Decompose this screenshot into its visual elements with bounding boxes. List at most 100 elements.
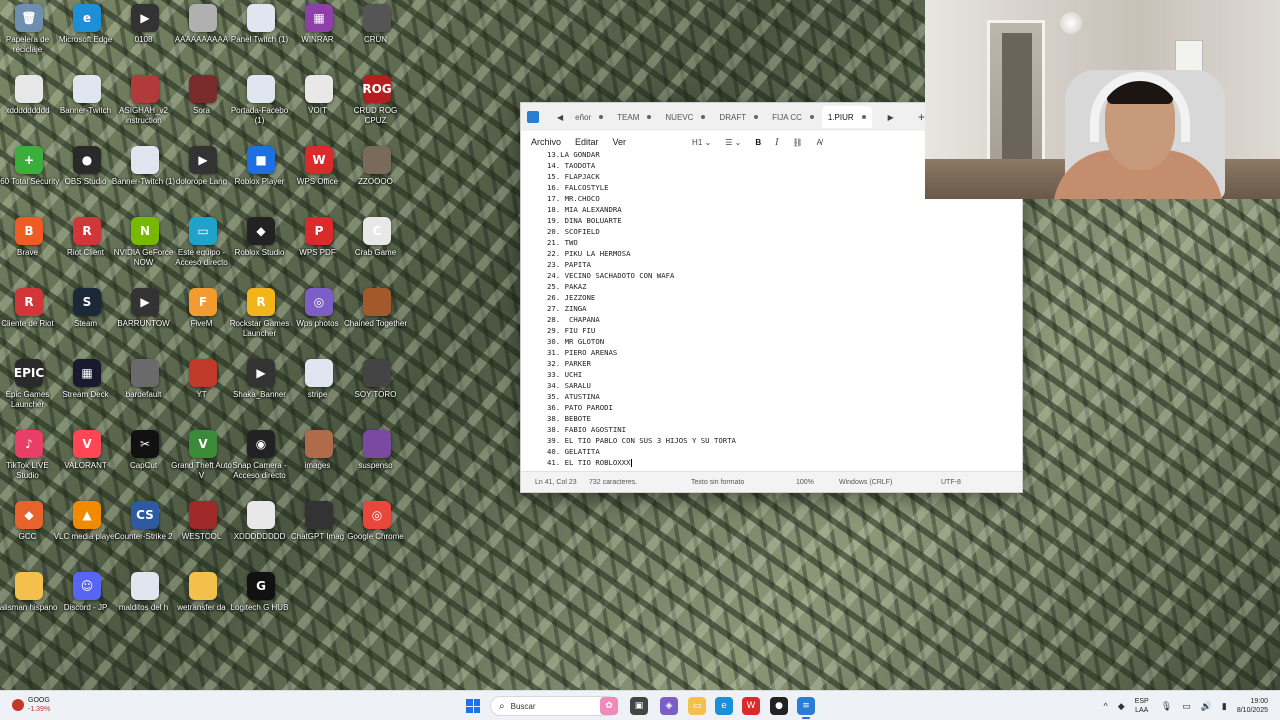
desktop-icon[interactable]: ● OBS Studio xyxy=(58,146,116,212)
stock-widget[interactable]: GOOG -1.39% xyxy=(12,696,50,714)
desktop-icon[interactable]: xddddddddd xyxy=(0,75,58,141)
heading-dropdown[interactable]: H1 ⌄ xyxy=(692,138,711,147)
desktop-icon[interactable]: ZZOOOO xyxy=(348,146,406,212)
desktop-icon[interactable]: talisman hispano xyxy=(0,572,58,638)
desktop-icon[interactable]: CS Counter-Strike 2 xyxy=(114,501,174,567)
file-explorer-icon[interactable]: ▭ xyxy=(688,697,706,715)
desktop-icon[interactable]: VOIT xyxy=(290,75,348,141)
desktop-icon[interactable]: ■ Roblox Player xyxy=(232,146,290,212)
tab-1[interactable]: eñor xyxy=(569,106,609,128)
link-icon[interactable]: ⛓ xyxy=(792,138,802,147)
clock[interactable]: 19:00 8/10/2025 xyxy=(1237,697,1268,715)
edge-icon[interactable]: e xyxy=(715,697,733,715)
desktop-icon[interactable]: ▶ Shaka_Banner xyxy=(232,359,290,425)
tab-6-active[interactable]: 1.PIUR xyxy=(821,106,872,128)
network-icon[interactable]: ▭ xyxy=(1182,701,1191,712)
desktop-icon[interactable]: ROG CRUD ROG CPUZ xyxy=(348,75,406,141)
desktop-icon[interactable]: +360 Total Security xyxy=(0,146,59,212)
desktop-icon[interactable]: ASIGHAH_v2 instruction xyxy=(116,75,174,141)
desktop-icon[interactable]: Chained Together xyxy=(344,288,407,354)
desktop-icon[interactable]: ▦ Stream Deck xyxy=(58,359,116,425)
tab-4[interactable]: DRAFT xyxy=(713,106,764,128)
tab-scroll-right-icon[interactable]: ▶ xyxy=(888,113,894,122)
desktop-icon[interactable]: ▦ WINRAR xyxy=(290,4,348,70)
desktop-icon[interactable]: N NVIDIA GeForce NOW xyxy=(114,217,174,283)
desktop-icon[interactable]: suspenso xyxy=(348,430,406,496)
desktop-icon[interactable]: R Rockstar Games Launcher xyxy=(230,288,290,354)
new-tab-button[interactable]: + xyxy=(918,110,925,124)
battery-icon[interactable]: ▮ xyxy=(1222,701,1227,712)
desktop-icon[interactable]: ◆ GCC xyxy=(0,501,58,567)
desktop-icon[interactable]: B Brave xyxy=(0,217,58,283)
task-view-icon[interactable]: ▣ xyxy=(630,697,648,715)
taskbar-search[interactable]: ⌕ Buscar xyxy=(490,696,618,716)
desktop-icon[interactable]: bardefault xyxy=(116,359,174,425)
desktop-icon[interactable]: CRUN xyxy=(348,4,406,70)
desktop-icon[interactable]: e Microsoft Edge xyxy=(58,4,116,70)
desktop-icon[interactable]: Portada-Facebo (1) xyxy=(231,75,290,141)
clear-format-icon[interactable]: A̸ xyxy=(817,138,822,147)
desktop-icon[interactable]: ▶ 0108 xyxy=(116,4,174,70)
desktop-icon[interactable]: SOY TORO xyxy=(348,359,406,425)
tray-app-icon[interactable]: ◆ xyxy=(1118,701,1125,712)
desktop-icon[interactable]: G Logitech G HUB xyxy=(231,572,290,638)
desktop-icon[interactable]: W WPS Office xyxy=(290,146,348,212)
desktop-icon[interactable]: Panel Twitch (1) xyxy=(231,4,290,70)
desktop-icon[interactable]: XDDDDDDDD xyxy=(232,501,290,567)
obs-icon[interactable]: ● xyxy=(770,697,788,715)
menu-ver[interactable]: Ver xyxy=(613,137,627,147)
copilot-icon[interactable]: ◈ xyxy=(660,697,678,715)
desktop-icon[interactable]: ▭ Este equipo - Acceso directo xyxy=(174,217,232,283)
desktop-icon[interactable]: ◎ Google Chrome xyxy=(347,501,406,567)
menu-archivo[interactable]: Archivo xyxy=(531,137,561,147)
desktop-icon[interactable]: R Riot Client xyxy=(58,217,116,283)
desktop-icon[interactable]: stripe xyxy=(290,359,348,425)
tab-3[interactable]: NUEVC xyxy=(659,106,711,128)
desktop-icon[interactable]: ChatGPT Imag xyxy=(290,501,348,567)
desktop-icon[interactable]: ☺ Discord - JP xyxy=(58,572,116,638)
language-indicator[interactable]: ESP LAA xyxy=(1135,697,1149,715)
desktop-icon[interactable]: C Crab Game xyxy=(348,217,406,283)
desktop-icon[interactable]: P WPS PDF xyxy=(290,217,348,283)
desktop-icon[interactable]: R Cliente de Riot xyxy=(0,288,58,354)
desktop-icon[interactable]: Banner-Twitch xyxy=(58,75,116,141)
desktop-icon[interactable]: 🗑 Papelera de reciclaje xyxy=(0,4,58,70)
desktop-icon[interactable]: ◆ Roblox Studio xyxy=(232,217,290,283)
desktop-icon[interactable]: wetransfer da xyxy=(174,572,232,638)
desktop-icon[interactable]: F FiveM xyxy=(174,288,232,354)
desktop-icon[interactable]: ▶ dolorope Lang xyxy=(174,146,232,212)
menu-editar[interactable]: Editar xyxy=(575,137,599,147)
desktop-icon[interactable]: images xyxy=(290,430,348,496)
desktop-icon[interactable]: ▶ BARRUNTOW xyxy=(116,288,174,354)
bold-icon[interactable]: B xyxy=(755,138,761,147)
start-button[interactable] xyxy=(466,699,480,713)
desktop-icon[interactable]: ♪ TikTok LIVE Studio xyxy=(0,430,58,496)
desktop-icon[interactable]: AAAAAAAAAA xyxy=(174,4,232,70)
tab-5[interactable]: FIJA CC xyxy=(766,106,820,128)
microphone-icon[interactable]: 🎙 xyxy=(1161,701,1172,712)
wps-office-icon[interactable]: W xyxy=(742,697,760,715)
tab-2[interactable]: TEAM xyxy=(611,106,657,128)
desktop-icon[interactable]: Banner-Twitch (1) xyxy=(112,146,175,212)
desktop-icon[interactable]: YT xyxy=(174,359,232,425)
desktop-icon[interactable]: S Steam xyxy=(58,288,116,354)
show-hidden-icons-chevron-icon[interactable]: ^ xyxy=(1104,701,1108,711)
desktop-icon[interactable]: ◎ Wps photos xyxy=(290,288,348,354)
desktop-icon[interactable]: ✂ CapCut xyxy=(116,430,174,496)
desktop-icon[interactable]: ▲ VLC media player xyxy=(54,501,117,567)
desktop-icon[interactable]: malditos del h xyxy=(116,572,174,638)
list-icon[interactable]: ☰ ⌄ xyxy=(725,138,741,147)
desktop-icon[interactable]: Sora xyxy=(174,75,232,141)
volume-icon[interactable]: 🔊 xyxy=(1201,701,1212,712)
notepad-taskbar-icon[interactable]: ≡ xyxy=(797,697,815,719)
tab-scroll-left-icon[interactable]: ◀ xyxy=(557,113,563,122)
desktop-icon[interactable]: WESTCOL xyxy=(174,501,232,567)
desktop-icon-label: VALORANT xyxy=(64,461,107,470)
desktop-icon[interactable]: V Grand Theft Auto V xyxy=(171,430,232,496)
status-zoom[interactable]: 100% xyxy=(796,479,814,486)
desktop-icon[interactable]: EPIC Epic Games Launcher xyxy=(0,359,58,425)
desktop-icon[interactable]: V VALORANT xyxy=(58,430,116,496)
copilot-decor-icon[interactable]: ✿ xyxy=(600,697,618,715)
italic-icon[interactable]: I xyxy=(775,137,778,148)
desktop-icon[interactable]: ◉ Snap Camera - Acceso directo xyxy=(232,430,290,496)
